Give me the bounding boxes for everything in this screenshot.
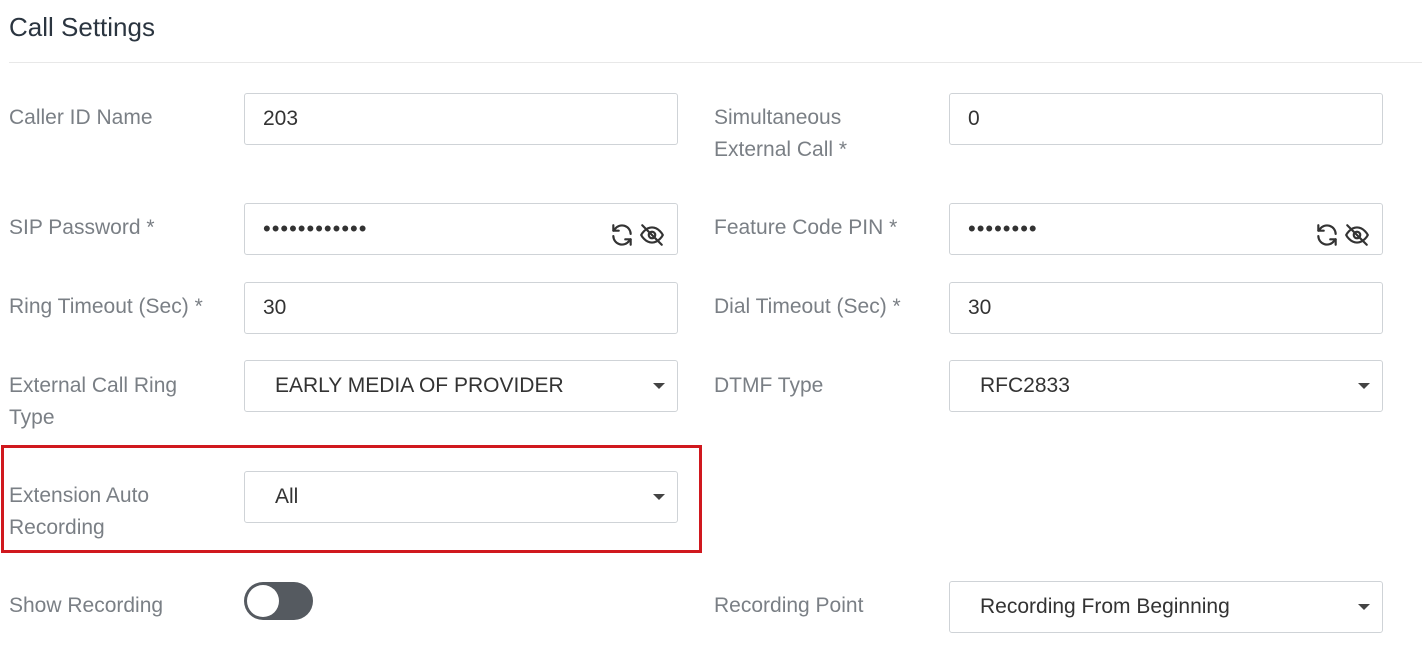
caller-id-name-input[interactable]: 203 xyxy=(244,93,678,145)
chevron-down-icon xyxy=(653,494,665,500)
extension-auto-recording-label-line1: Extension Auto xyxy=(9,484,150,507)
section-title: Call Settings xyxy=(9,12,155,42)
toggle-knob xyxy=(247,585,279,617)
dtmf-type-label: DTMF Type xyxy=(714,374,824,397)
show-recording-toggle[interactable] xyxy=(244,582,313,620)
recording-point-value: Recording From Beginning xyxy=(980,595,1230,618)
external-call-ring-type-select[interactable]: EARLY MEDIA OF PROVIDER xyxy=(244,360,678,412)
sip-password-label: SIP Password * xyxy=(9,216,155,239)
eye-off-icon[interactable] xyxy=(639,217,665,246)
chevron-down-icon xyxy=(1358,383,1370,389)
sip-password-icons xyxy=(609,217,665,246)
recording-point-label: Recording Point xyxy=(714,594,864,617)
sip-password-value: •••••••••••• xyxy=(263,216,368,241)
feature-code-pin-value: •••••••• xyxy=(968,216,1038,241)
extension-auto-recording-value: All xyxy=(275,485,299,508)
sip-password-input[interactable]: •••••••••••• xyxy=(244,203,678,255)
external-call-ring-type-label-line2: Type xyxy=(9,406,55,429)
dtmf-type-select[interactable]: RFC2833 xyxy=(949,360,1383,412)
simultaneous-external-call-label-line2: External Call * xyxy=(714,138,848,161)
show-recording-label: Show Recording xyxy=(9,594,164,617)
chevron-down-icon xyxy=(653,383,665,389)
simultaneous-external-call-label-line1: Simultaneous xyxy=(714,106,842,129)
external-call-ring-type-label: External Call Ring Type xyxy=(9,370,177,434)
external-call-ring-type-label-line1: External Call Ring xyxy=(9,374,178,397)
recording-point-select[interactable]: Recording From Beginning xyxy=(949,581,1383,633)
caller-id-name-label: Caller ID Name xyxy=(9,106,153,129)
dial-timeout-label: Dial Timeout (Sec) * xyxy=(714,295,901,318)
extension-auto-recording-label: Extension Auto Recording xyxy=(9,480,149,544)
extension-auto-recording-label-line2: Recording xyxy=(9,516,105,539)
ring-timeout-input[interactable]: 30 xyxy=(244,282,678,334)
call-settings-page: Call Settings Caller ID Name 203 Simulta… xyxy=(0,0,1422,653)
dial-timeout-input[interactable]: 30 xyxy=(949,282,1383,334)
external-call-ring-type-value: EARLY MEDIA OF PROVIDER xyxy=(275,374,564,397)
chevron-down-icon xyxy=(1358,604,1370,610)
simultaneous-external-call-input[interactable]: 0 xyxy=(949,93,1383,145)
refresh-icon[interactable] xyxy=(1314,217,1340,246)
simultaneous-external-call-label: Simultaneous External Call * xyxy=(714,102,847,166)
eye-off-icon[interactable] xyxy=(1344,217,1370,246)
extension-auto-recording-select[interactable]: All xyxy=(244,471,678,523)
dtmf-type-value: RFC2833 xyxy=(980,374,1070,397)
refresh-icon[interactable] xyxy=(609,217,635,246)
ring-timeout-label: Ring Timeout (Sec) * xyxy=(9,295,203,318)
feature-code-pin-icons xyxy=(1314,217,1370,246)
feature-code-pin-input[interactable]: •••••••• xyxy=(949,203,1383,255)
section-divider xyxy=(9,62,1422,63)
feature-code-pin-label: Feature Code PIN * xyxy=(714,216,898,239)
